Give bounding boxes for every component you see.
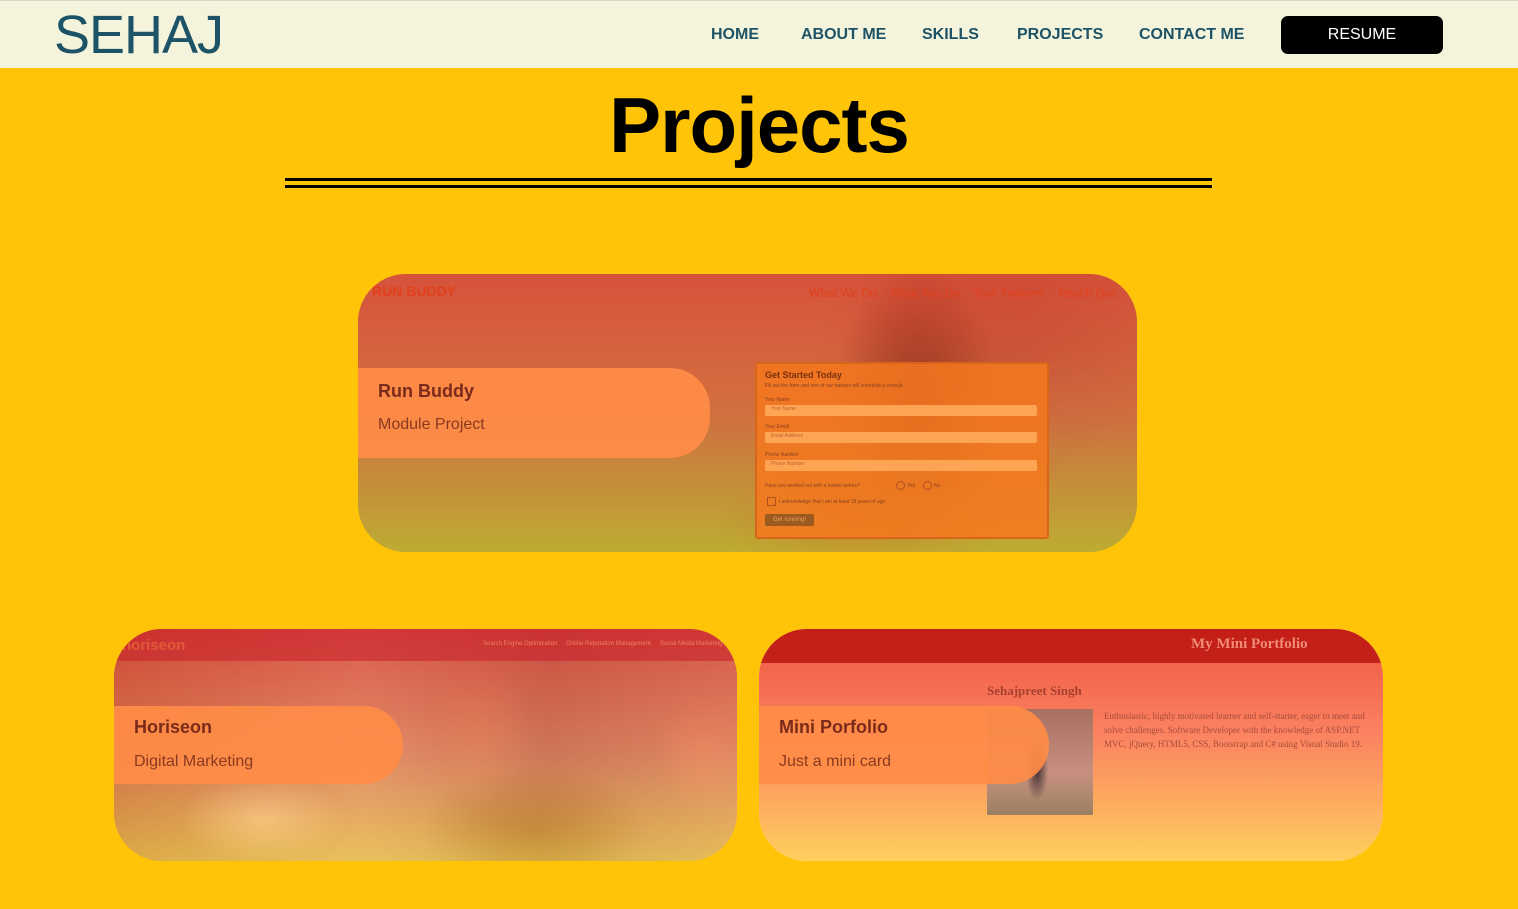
run-buddy-field-label: Your Email xyxy=(765,424,789,430)
run-buddy-nav-2: What You Do xyxy=(890,286,961,300)
project-label-panel: Run Buddy Module Project xyxy=(358,368,710,458)
navbar: SEHAJ HOME ABOUT ME SKILLS PROJECTS CONT… xyxy=(0,0,1518,68)
run-buddy-field-label: Phone Number xyxy=(765,452,799,458)
project-subtitle: Just a mini card xyxy=(779,753,892,770)
run-buddy-nav-1: What We Do xyxy=(809,286,877,300)
run-buddy-nav-3: Your Trainers xyxy=(973,286,1044,300)
run-buddy-submit: Get running! xyxy=(765,514,815,526)
horiseon-nav-1: Search Engine Optimization xyxy=(483,641,558,647)
radio-icon xyxy=(896,481,905,490)
nav-link-home[interactable]: HOME xyxy=(711,25,759,45)
horiseon-nav-2: Online Reputation Management xyxy=(566,641,651,647)
mini-portfolio-name: Sehajpreet Singh xyxy=(987,683,1082,698)
run-buddy-form-preview: Get Started Today Fill out the form and … xyxy=(755,362,1049,539)
horiseon-nav-3: Social Media Marketing xyxy=(660,641,723,647)
project-title: Run Buddy xyxy=(378,381,474,401)
checkbox-icon xyxy=(767,497,776,506)
project-title: Horiseon xyxy=(134,717,213,737)
run-buddy-field-placeholder: Email Address xyxy=(771,433,803,439)
nav-link-skills[interactable]: SKILLS xyxy=(922,25,979,45)
resume-button[interactable]: RESUME xyxy=(1281,16,1443,54)
run-buddy-acknowledge: I acknowledge that I am at least 18 year… xyxy=(779,499,886,505)
run-buddy-site-name: RUN BUDDY xyxy=(372,283,456,299)
radio-icon xyxy=(923,481,932,490)
title-divider xyxy=(285,178,1212,188)
run-buddy-field-placeholder: Phone Number xyxy=(771,461,805,467)
nav-link-about-me[interactable]: ABOUT ME xyxy=(801,25,886,45)
run-buddy-question: Have you worked out with a trainer befor… xyxy=(765,483,861,489)
project-card-horiseon[interactable]: horiseon Search Engine Optimization Onli… xyxy=(114,629,737,861)
horiseon-site-name: horiseon xyxy=(122,637,186,654)
project-card-mini-porfolio[interactable]: My Mini Portfolio Sehajpreet Singh Enthu… xyxy=(759,629,1383,861)
run-buddy-form-intro: Fill out the form and one of our trainer… xyxy=(765,383,903,389)
mini-portfolio-header-title: My Mini Portfolio xyxy=(1191,636,1308,652)
project-label-panel: Mini Porfolio Just a mini card xyxy=(759,706,1049,784)
run-buddy-form-title: Get Started Today xyxy=(765,370,842,380)
project-subtitle: Digital Marketing xyxy=(134,753,254,770)
nav-link-projects[interactable]: PROJECTS xyxy=(1017,25,1103,45)
project-subtitle: Module Project xyxy=(378,416,485,433)
run-buddy-yes: Yes xyxy=(907,483,916,489)
run-buddy-field-placeholder: Your Name xyxy=(771,406,796,412)
project-title: Mini Porfolio xyxy=(779,717,888,737)
project-label-panel: Horiseon Digital Marketing xyxy=(114,706,403,784)
mini-portfolio-bio: Enthusiastic, highly motivated learner a… xyxy=(1104,711,1365,749)
run-buddy-field-label: Your Name xyxy=(765,397,790,403)
nav-link-contact-me[interactable]: CONTACT ME xyxy=(1139,25,1244,45)
page-title: Projects xyxy=(609,81,910,169)
run-buddy-nav-4: Reach Out xyxy=(1058,286,1116,300)
run-buddy-no: No xyxy=(934,483,941,489)
brand-logo[interactable]: SEHAJ xyxy=(54,5,224,65)
project-card-run-buddy[interactable]: RUN BUDDY What We Do What You Do Your Tr… xyxy=(358,274,1137,552)
